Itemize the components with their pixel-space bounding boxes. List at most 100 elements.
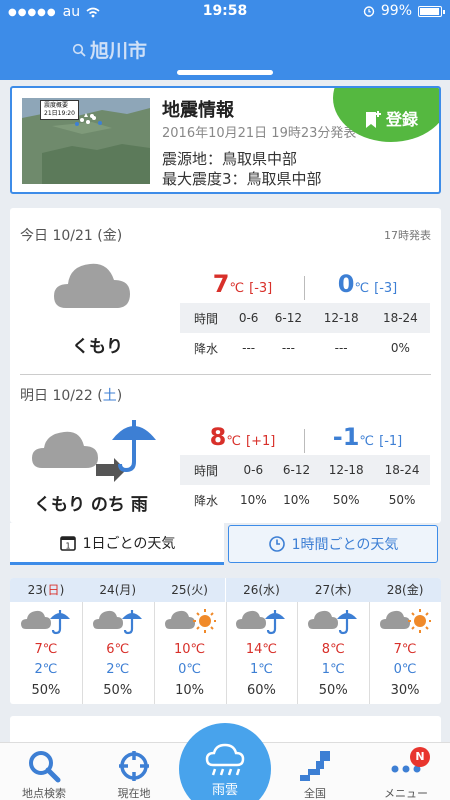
table-header: 0-6 bbox=[232, 303, 266, 333]
tab-hourly[interactable]: 1時間ごとの天気 bbox=[228, 525, 438, 563]
table-header: 18-24 bbox=[374, 455, 430, 485]
nav-search-label: 地点検索 bbox=[22, 787, 66, 800]
weekly-precip: 60% bbox=[246, 683, 276, 698]
column-divider bbox=[225, 602, 227, 704]
table-cell: 0% bbox=[390, 341, 410, 355]
calendar-icon: 1 bbox=[59, 535, 76, 551]
table-header: 12-18 bbox=[311, 303, 371, 333]
weekly-low: 0℃ bbox=[178, 662, 201, 677]
table-cell: 50% bbox=[388, 493, 416, 507]
quake-title: 地震情報 bbox=[162, 100, 234, 121]
today-weather: くもり bbox=[72, 337, 123, 357]
quake-date: 2016年10月21日 19時23分発表 bbox=[162, 126, 357, 141]
weekly-precip: 50% bbox=[318, 683, 348, 698]
weekly-weekday: 日 bbox=[47, 583, 60, 597]
column-divider bbox=[153, 602, 155, 704]
column-divider bbox=[297, 602, 299, 704]
weekly-forecast: 23(日) 7℃ 2℃ 50% 24(月) 6℃ 2℃ 50% 25(火) 10℃ 0℃ 10% 26(… bbox=[10, 578, 441, 704]
tomorrow-low-diff: [-1] bbox=[379, 434, 403, 449]
nav-national[interactable]: 全国 bbox=[275, 743, 355, 800]
weekly-date-num: 26 bbox=[243, 583, 259, 597]
location-search[interactable]: 旭川市 bbox=[72, 36, 147, 63]
weekly-day[interactable]: 26(水) 14℃ 1℃ 60% bbox=[225, 578, 298, 704]
cloud-rain-icon bbox=[82, 602, 154, 640]
nav-menu[interactable]: メニュー N bbox=[366, 743, 446, 800]
battery-icon bbox=[418, 5, 445, 17]
map-caption: 震度概要 21日19:20 bbox=[40, 100, 79, 120]
nav-national-label: 全国 bbox=[304, 787, 326, 800]
battery-percent: 99% bbox=[380, 3, 412, 19]
cloud-sun-icon bbox=[369, 602, 441, 640]
table-header: 時間 bbox=[180, 303, 232, 333]
weekly-low: 2℃ bbox=[106, 662, 130, 677]
column-divider bbox=[369, 602, 371, 704]
weekly-high: 8℃ bbox=[321, 642, 345, 657]
weekly-day[interactable]: 28(金) 7℃ 0℃ 30% bbox=[369, 578, 441, 704]
location-name: 旭川市 bbox=[90, 40, 148, 62]
nav-menu-label: メニュー bbox=[384, 787, 428, 800]
table-cell: 10% bbox=[283, 493, 310, 507]
weekly-weekday: 月 bbox=[119, 583, 132, 597]
table-header: 時間 bbox=[180, 455, 232, 485]
cloud-sun-icon bbox=[154, 602, 226, 640]
table-cell: --- bbox=[334, 341, 348, 355]
drag-handle[interactable] bbox=[177, 70, 273, 75]
column-divider bbox=[81, 602, 83, 704]
table-header: 6-12 bbox=[265, 303, 312, 333]
weekly-high: 7℃ bbox=[393, 642, 417, 657]
weekly-weekday: 木 bbox=[334, 583, 347, 597]
weekly-low: 1℃ bbox=[321, 662, 345, 677]
weekly-weekday: 水 bbox=[263, 583, 276, 597]
tomorrow-date: 明日 10/22 ( bbox=[20, 388, 103, 404]
weekly-day[interactable]: 23(日) 7℃ 2℃ 50% bbox=[10, 578, 82, 704]
today-high-diff: [-3] bbox=[249, 281, 273, 296]
weekly-date: 26(水) bbox=[225, 578, 298, 602]
app-header: 旭川市 bbox=[0, 24, 450, 80]
tomorrow-weather: くもり のち 雨 bbox=[34, 495, 148, 515]
weekly-low: 2℃ bbox=[34, 662, 58, 677]
weekly-high: 7℃ bbox=[34, 642, 58, 657]
table-cell: 10% bbox=[240, 493, 267, 507]
quake-epicenter: 震源地：鳥取県中部 bbox=[162, 150, 298, 168]
weekly-precip: 30% bbox=[390, 683, 420, 698]
tomorrow-high-diff: [+1] bbox=[246, 434, 276, 449]
table-cell: --- bbox=[281, 341, 295, 355]
cloud-rain-icon bbox=[297, 602, 369, 640]
forecast-card: 今日 10/21 (金) 17時発表 くもり 7℃ [-3] 0℃ [-3] 時… bbox=[10, 208, 441, 523]
alarm-icon bbox=[363, 6, 375, 17]
earthquake-card[interactable]: 震度概要 21日19:20 地震情報 2016年10月21日 19時23分発表 震… bbox=[10, 86, 441, 194]
tab-daily-label: 1日ごとの天気 bbox=[82, 535, 176, 552]
today-high-unit: ℃ bbox=[229, 281, 245, 296]
new-badge: N bbox=[410, 747, 430, 767]
table-cell: 降水 bbox=[193, 493, 218, 508]
nav-search[interactable]: 地点検索 bbox=[4, 743, 84, 800]
bottom-nav: 地点検索 現在地 雨雲 全国 メニュー N bbox=[0, 723, 450, 800]
clock-icon bbox=[268, 536, 285, 552]
tab-daily[interactable]: 1 1日ごとの天気 bbox=[10, 523, 224, 565]
weekly-high: 14℃ bbox=[245, 642, 277, 657]
nav-radar-label: 雨雲 bbox=[211, 783, 238, 798]
rain-cloud-icon bbox=[226, 602, 298, 640]
weekly-high: 6℃ bbox=[106, 642, 130, 657]
map-caption-time: 21日19:20 bbox=[44, 110, 75, 117]
table-header: 12-18 bbox=[318, 455, 375, 485]
nav-current-label: 現在地 bbox=[117, 787, 151, 800]
today-low-value: 0 bbox=[337, 270, 355, 298]
weekly-date-num: 28 bbox=[386, 583, 403, 597]
nav-current-location[interactable]: 現在地 bbox=[94, 743, 174, 800]
tomorrow-temps: 8℃ [+1] -1℃ [-1] bbox=[180, 423, 430, 457]
search-icon bbox=[72, 43, 86, 57]
map-caption-title: 震度概要 bbox=[44, 102, 69, 109]
weekly-day[interactable]: 27(木) 8℃ 1℃ 50% bbox=[297, 578, 370, 704]
weekly-weekday: 金 bbox=[406, 583, 419, 597]
weekly-day[interactable]: 24(月) 6℃ 2℃ 50% bbox=[81, 578, 154, 704]
weekly-day[interactable]: 25(火) 10℃ 0℃ 10% bbox=[153, 578, 226, 704]
weekly-high: 10℃ bbox=[173, 642, 206, 657]
tomorrow-low-value: -1 bbox=[332, 423, 360, 451]
crosshair-icon bbox=[119, 751, 149, 781]
divider bbox=[20, 374, 431, 375]
table-header: 18-24 bbox=[370, 303, 430, 333]
table-cell: 降水 bbox=[193, 341, 218, 356]
table-cell: 50% bbox=[332, 493, 360, 507]
today-high-value: 7 bbox=[212, 270, 230, 298]
